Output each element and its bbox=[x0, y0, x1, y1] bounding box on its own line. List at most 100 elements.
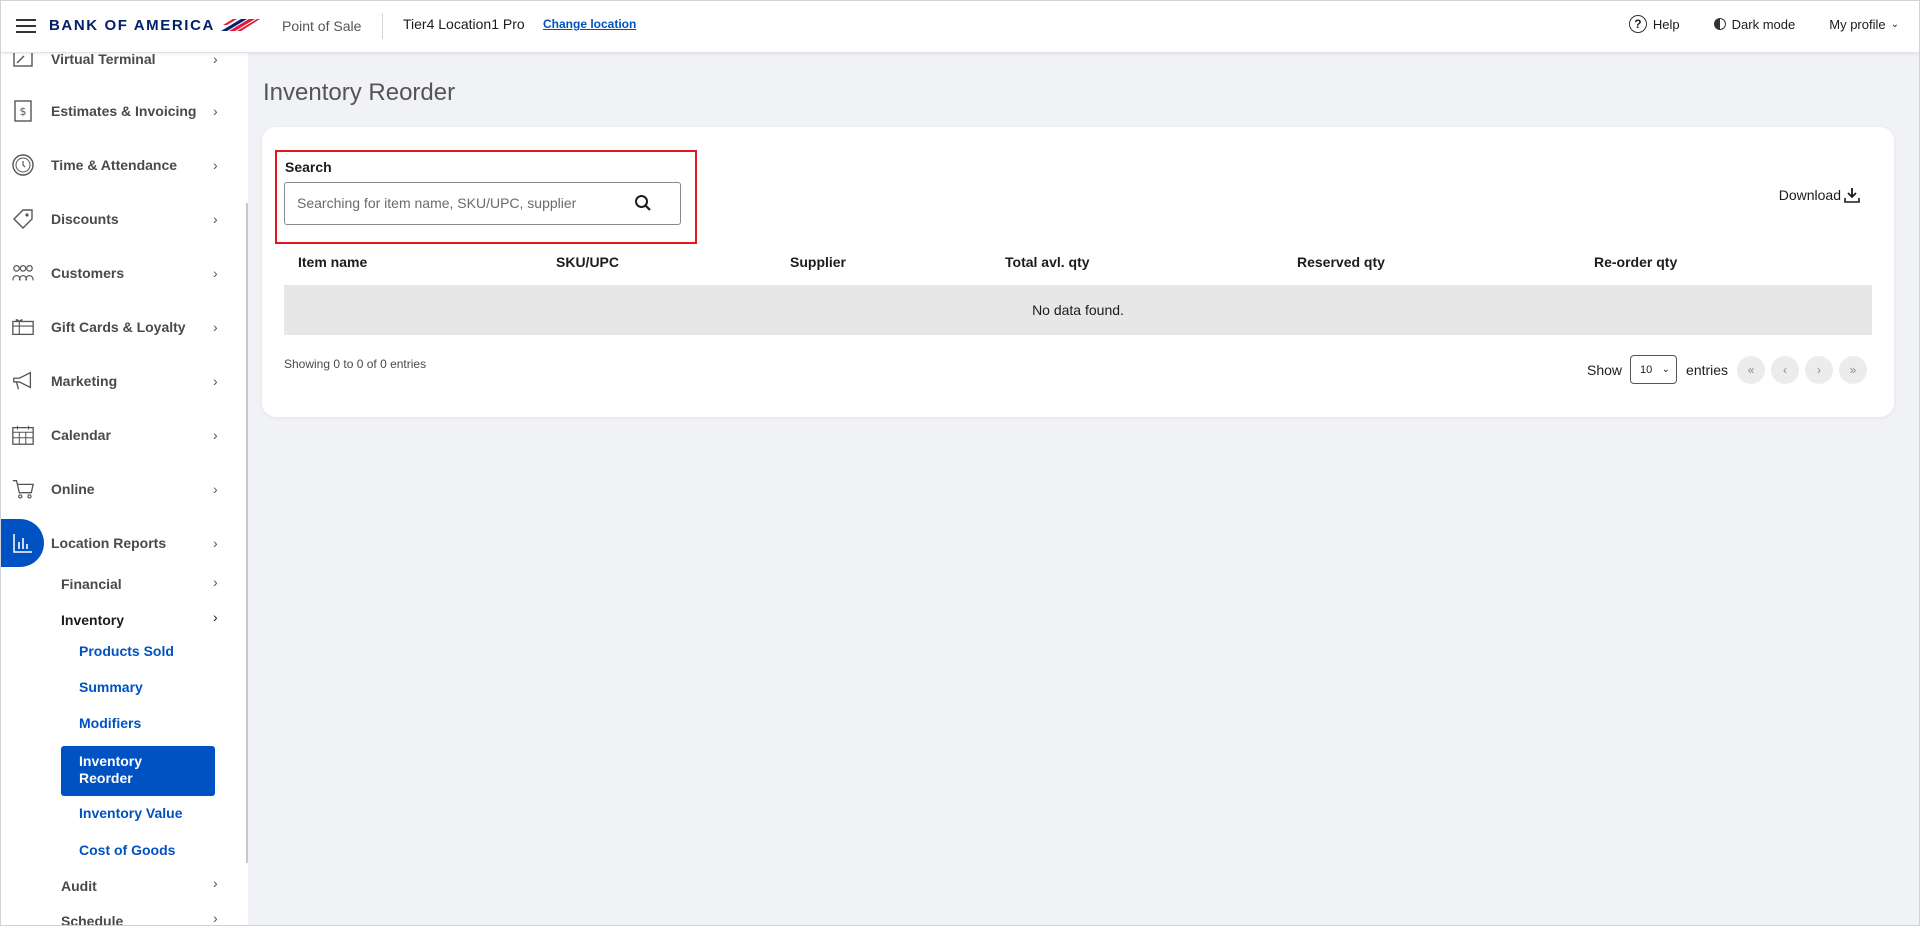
change-location-link[interactable]: Change location bbox=[543, 17, 636, 31]
chevron-right-icon: › bbox=[213, 373, 218, 389]
sidebar-sub-inventory[interactable]: Inventory bbox=[61, 612, 124, 628]
search-label: Search bbox=[285, 159, 332, 175]
sidebar-item-label: Online bbox=[51, 481, 95, 497]
sidebar-item-label: Calendar bbox=[51, 427, 111, 443]
top-header: BANK OF AMERICA Point of Sale Tier4 Loca… bbox=[1, 1, 1919, 53]
column-header-total-avl-qty[interactable]: Total avl. qty bbox=[1005, 254, 1090, 270]
chevron-right-icon: › bbox=[213, 574, 218, 590]
column-header-supplier[interactable]: Supplier bbox=[790, 254, 846, 270]
help-icon: ? bbox=[1628, 15, 1647, 33]
sidebar-item-label: Discounts bbox=[51, 211, 119, 227]
chevron-right-icon: › bbox=[213, 157, 218, 173]
sidebar-item-calendar[interactable]: Calendar › bbox=[1, 415, 241, 455]
search-field[interactable] bbox=[284, 182, 681, 225]
bank-of-america-logo[interactable]: BANK OF AMERICA bbox=[49, 16, 261, 34]
sidebar-item-online[interactable]: Online › bbox=[1, 469, 241, 509]
sidebar-link-inventory-reorder[interactable]: Inventory Reorder bbox=[61, 746, 215, 796]
sidebar: Virtual Terminal › $ Estimates & Invoici… bbox=[1, 53, 248, 926]
column-header-sku-upc[interactable]: SKU/UPC bbox=[556, 254, 619, 270]
column-header-reserved-qty[interactable]: Reserved qty bbox=[1297, 254, 1385, 270]
sidebar-item-gift-cards-loyalty[interactable]: Gift Cards & Loyalty › bbox=[1, 307, 241, 347]
dark-mode-icon bbox=[1713, 18, 1726, 30]
chevron-right-icon: › bbox=[213, 319, 218, 335]
page-size-value: 10 bbox=[1640, 363, 1653, 376]
sidebar-item-label: Marketing bbox=[51, 373, 118, 389]
sidebar-item-marketing[interactable]: Marketing › bbox=[1, 361, 241, 401]
chevron-right-icon: › bbox=[213, 481, 218, 497]
megaphone-icon bbox=[11, 369, 35, 393]
chevron-right-icon: › bbox=[213, 875, 218, 891]
cart-icon bbox=[11, 477, 35, 501]
pagination: « ‹ › » bbox=[1737, 356, 1867, 384]
column-header-reorder-qty[interactable]: Re-order qty bbox=[1594, 254, 1677, 270]
chevron-right-icon: › bbox=[213, 211, 218, 227]
app-name: Point of Sale bbox=[282, 18, 362, 34]
profile-menu[interactable]: My profile ⌄ bbox=[1829, 17, 1899, 32]
download-button[interactable]: Download bbox=[1779, 187, 1860, 203]
sidebar-item-customers[interactable]: Customers › bbox=[1, 253, 241, 293]
sidebar-item-label: Time & Attendance bbox=[51, 157, 178, 173]
dark-mode-toggle[interactable]: Dark mode bbox=[1713, 16, 1796, 32]
svg-text:$: $ bbox=[20, 105, 27, 118]
empty-message: No data found. bbox=[1032, 302, 1124, 318]
customers-icon bbox=[11, 261, 35, 285]
sidebar-item-label: Virtual Terminal bbox=[51, 53, 156, 67]
page-size-control: Show 10 ⌄ entries bbox=[1587, 355, 1728, 384]
sidebar-scrollbar[interactable] bbox=[246, 203, 248, 863]
sidebar-link-products-sold[interactable]: Products Sold bbox=[79, 643, 174, 659]
sidebar-item-virtual-terminal[interactable]: Virtual Terminal › bbox=[1, 53, 241, 79]
empty-table-row: No data found. bbox=[284, 285, 1872, 335]
chevron-right-icon: › bbox=[213, 103, 218, 119]
invoice-icon: $ bbox=[11, 99, 35, 123]
sidebar-item-location-reports[interactable]: Location Reports › bbox=[1, 519, 241, 567]
help-label: Help bbox=[1652, 16, 1680, 32]
sidebar-item-discounts[interactable]: Discounts › bbox=[1, 199, 241, 239]
search-icon[interactable] bbox=[634, 194, 652, 217]
previous-page-button[interactable]: ‹ bbox=[1771, 356, 1799, 384]
sidebar-item-time-attendance[interactable]: Time & Attendance › bbox=[1, 145, 241, 185]
search-input[interactable] bbox=[297, 183, 637, 223]
report-card: Search Download Item name SKU/UPC Suppli… bbox=[262, 127, 1894, 417]
dark-mode-label: Dark mode bbox=[1731, 16, 1796, 32]
chevron-right-icon: › bbox=[213, 609, 218, 625]
terminal-icon bbox=[11, 53, 35, 71]
last-page-button[interactable]: » bbox=[1839, 356, 1867, 384]
menu-icon[interactable] bbox=[16, 19, 36, 35]
help-button[interactable]: ? Help bbox=[1628, 15, 1680, 33]
chevron-right-icon: › bbox=[213, 427, 218, 443]
sidebar-link-summary[interactable]: Summary bbox=[79, 679, 143, 695]
entries-label: entries bbox=[1686, 361, 1729, 378]
download-icon bbox=[1844, 188, 1860, 203]
next-page-button[interactable]: › bbox=[1805, 356, 1833, 384]
gift-card-icon bbox=[11, 315, 35, 339]
show-label: Show bbox=[1587, 361, 1623, 378]
current-location: Tier4 Location1 Pro bbox=[403, 16, 525, 32]
chevron-right-icon: › bbox=[213, 265, 218, 281]
bar-chart-icon bbox=[1, 519, 44, 567]
sidebar-link-cost-of-goods[interactable]: Cost of Goods bbox=[79, 842, 175, 858]
chevron-down-icon: ⌄ bbox=[1890, 18, 1899, 30]
sidebar-link-inventory-value[interactable]: Inventory Value bbox=[79, 805, 182, 821]
header-divider bbox=[382, 13, 383, 39]
column-header-item-name[interactable]: Item name bbox=[298, 254, 367, 270]
sidebar-link-modifiers[interactable]: Modifiers bbox=[79, 715, 141, 731]
sidebar-item-label: Estimates & Invoicing bbox=[51, 103, 197, 119]
app-frame: BANK OF AMERICA Point of Sale Tier4 Loca… bbox=[0, 0, 1920, 926]
profile-label: My profile bbox=[1829, 16, 1886, 32]
calendar-icon bbox=[11, 423, 35, 447]
sidebar-sub-financial[interactable]: Financial bbox=[61, 576, 122, 592]
page-size-select[interactable]: 10 ⌄ bbox=[1630, 355, 1678, 384]
download-label: Download bbox=[1778, 187, 1841, 203]
sidebar-item-label: Location Reports bbox=[51, 535, 167, 551]
brand-name: BANK OF AMERICA bbox=[49, 16, 215, 34]
sidebar-item-estimates-invoicing[interactable]: $ Estimates & Invoicing › bbox=[1, 91, 241, 131]
sidebar-sub-audit[interactable]: Audit bbox=[61, 878, 97, 894]
tag-icon bbox=[11, 207, 35, 231]
sidebar-sub-schedule[interactable]: Schedule bbox=[61, 913, 123, 925]
clock-icon bbox=[11, 153, 35, 177]
entries-info: Showing 0 to 0 of 0 entries bbox=[284, 357, 427, 371]
chevron-right-icon: › bbox=[213, 910, 218, 926]
first-page-button[interactable]: « bbox=[1737, 356, 1765, 384]
chevron-down-icon: ⌄ bbox=[1661, 364, 1671, 375]
chevron-right-icon: › bbox=[213, 535, 218, 551]
